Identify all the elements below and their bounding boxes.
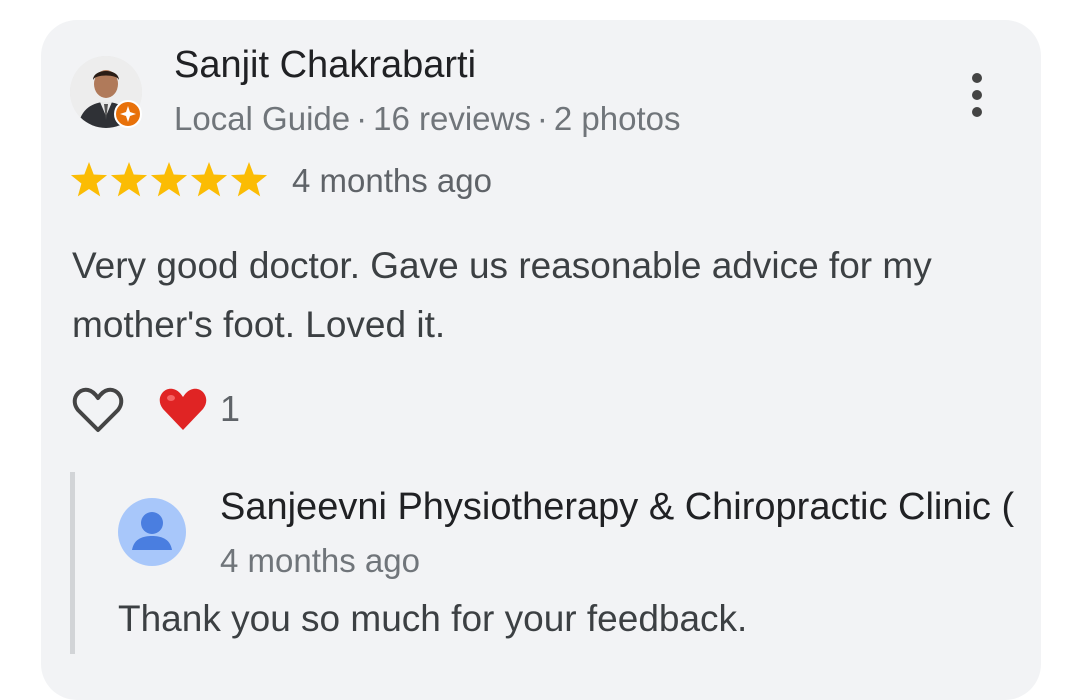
local-guide-badge-icon (114, 100, 142, 128)
photo-count: 2 photos (553, 100, 681, 137)
review-text: Very good doctor. Gave us reasonable adv… (72, 245, 932, 345)
local-guide-label: Local Guide (174, 100, 351, 137)
reviewer-meta: Local Guide · 16 reviews · 2 photos (174, 100, 680, 138)
reply-text: Thank you so much for your feedback. (118, 598, 748, 639)
star-icon (70, 162, 108, 197)
owner-name: Sanjeevni Physiotherapy & Chiropractic C… (220, 486, 1015, 528)
meta-separator: · (536, 100, 548, 137)
red-heart-icon[interactable] (158, 386, 208, 432)
heart-outline-icon[interactable] (72, 386, 124, 434)
more-vert-icon[interactable] (962, 70, 992, 120)
reply-divider (70, 472, 75, 654)
reviewer-name[interactable]: Sanjit Chakrabarti (174, 44, 476, 87)
reply-time: 4 months ago (220, 542, 420, 579)
star-icon (110, 162, 148, 197)
star-icon (150, 162, 188, 197)
star-rating (70, 162, 268, 197)
reviewer-avatar[interactable] (70, 56, 142, 128)
review-time: 4 months ago (292, 162, 492, 199)
review-count: 16 reviews (373, 100, 531, 137)
star-icon (230, 162, 268, 197)
meta-separator: · (356, 100, 368, 137)
reaction-count: 1 (220, 388, 241, 429)
star-icon (190, 162, 228, 197)
owner-avatar-icon (118, 498, 186, 566)
